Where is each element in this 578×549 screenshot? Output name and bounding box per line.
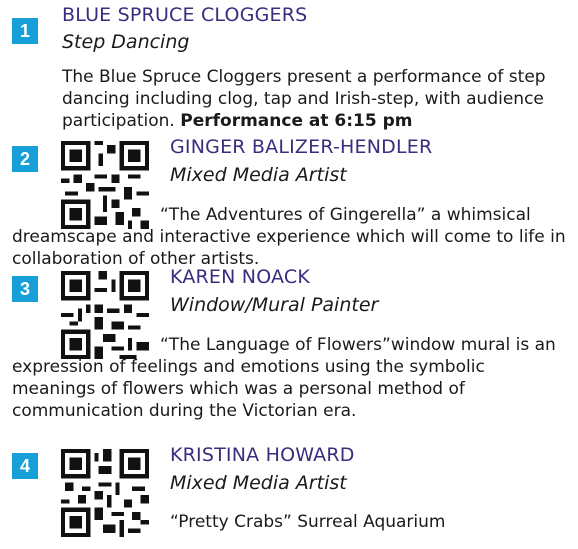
- entry-4-description: “Pretty Crabs” Surreal Aquarium: [170, 512, 446, 532]
- entry-3-description: “The Language of Flowers”window mural is…: [12, 335, 556, 421]
- entry-4-name: KRISTINA HOWARD: [170, 444, 355, 466]
- entry-1-name: BLUE SPRUCE CLOGGERS: [62, 4, 308, 26]
- entry-1-description: The Blue Spruce Cloggers present a perfo…: [62, 66, 574, 132]
- entry-2-number-badge: 2: [12, 146, 38, 172]
- entry-3-role: Window/Mural Painter: [170, 294, 379, 316]
- entry-2-role: Mixed Media Artist: [170, 164, 347, 186]
- entry-1-performance-time: Performance at 6:15 pm: [180, 111, 413, 131]
- entry-4-number-badge: 4: [12, 453, 38, 479]
- entry-4-qr-code: [61, 449, 149, 537]
- entry-1-number-badge: 1: [12, 18, 38, 44]
- entry-3-name: KAREN NOACK: [170, 266, 311, 288]
- entry-2-name: GINGER BALIZER-HENDLER: [170, 136, 433, 158]
- entry-4-role: Mixed Media Artist: [170, 472, 347, 494]
- entry-1-role: Step Dancing: [62, 31, 190, 53]
- entry-2-description: “The Adventures of Gingerella” a whimsic…: [12, 205, 566, 269]
- entry-3-number-badge: 3: [12, 276, 38, 302]
